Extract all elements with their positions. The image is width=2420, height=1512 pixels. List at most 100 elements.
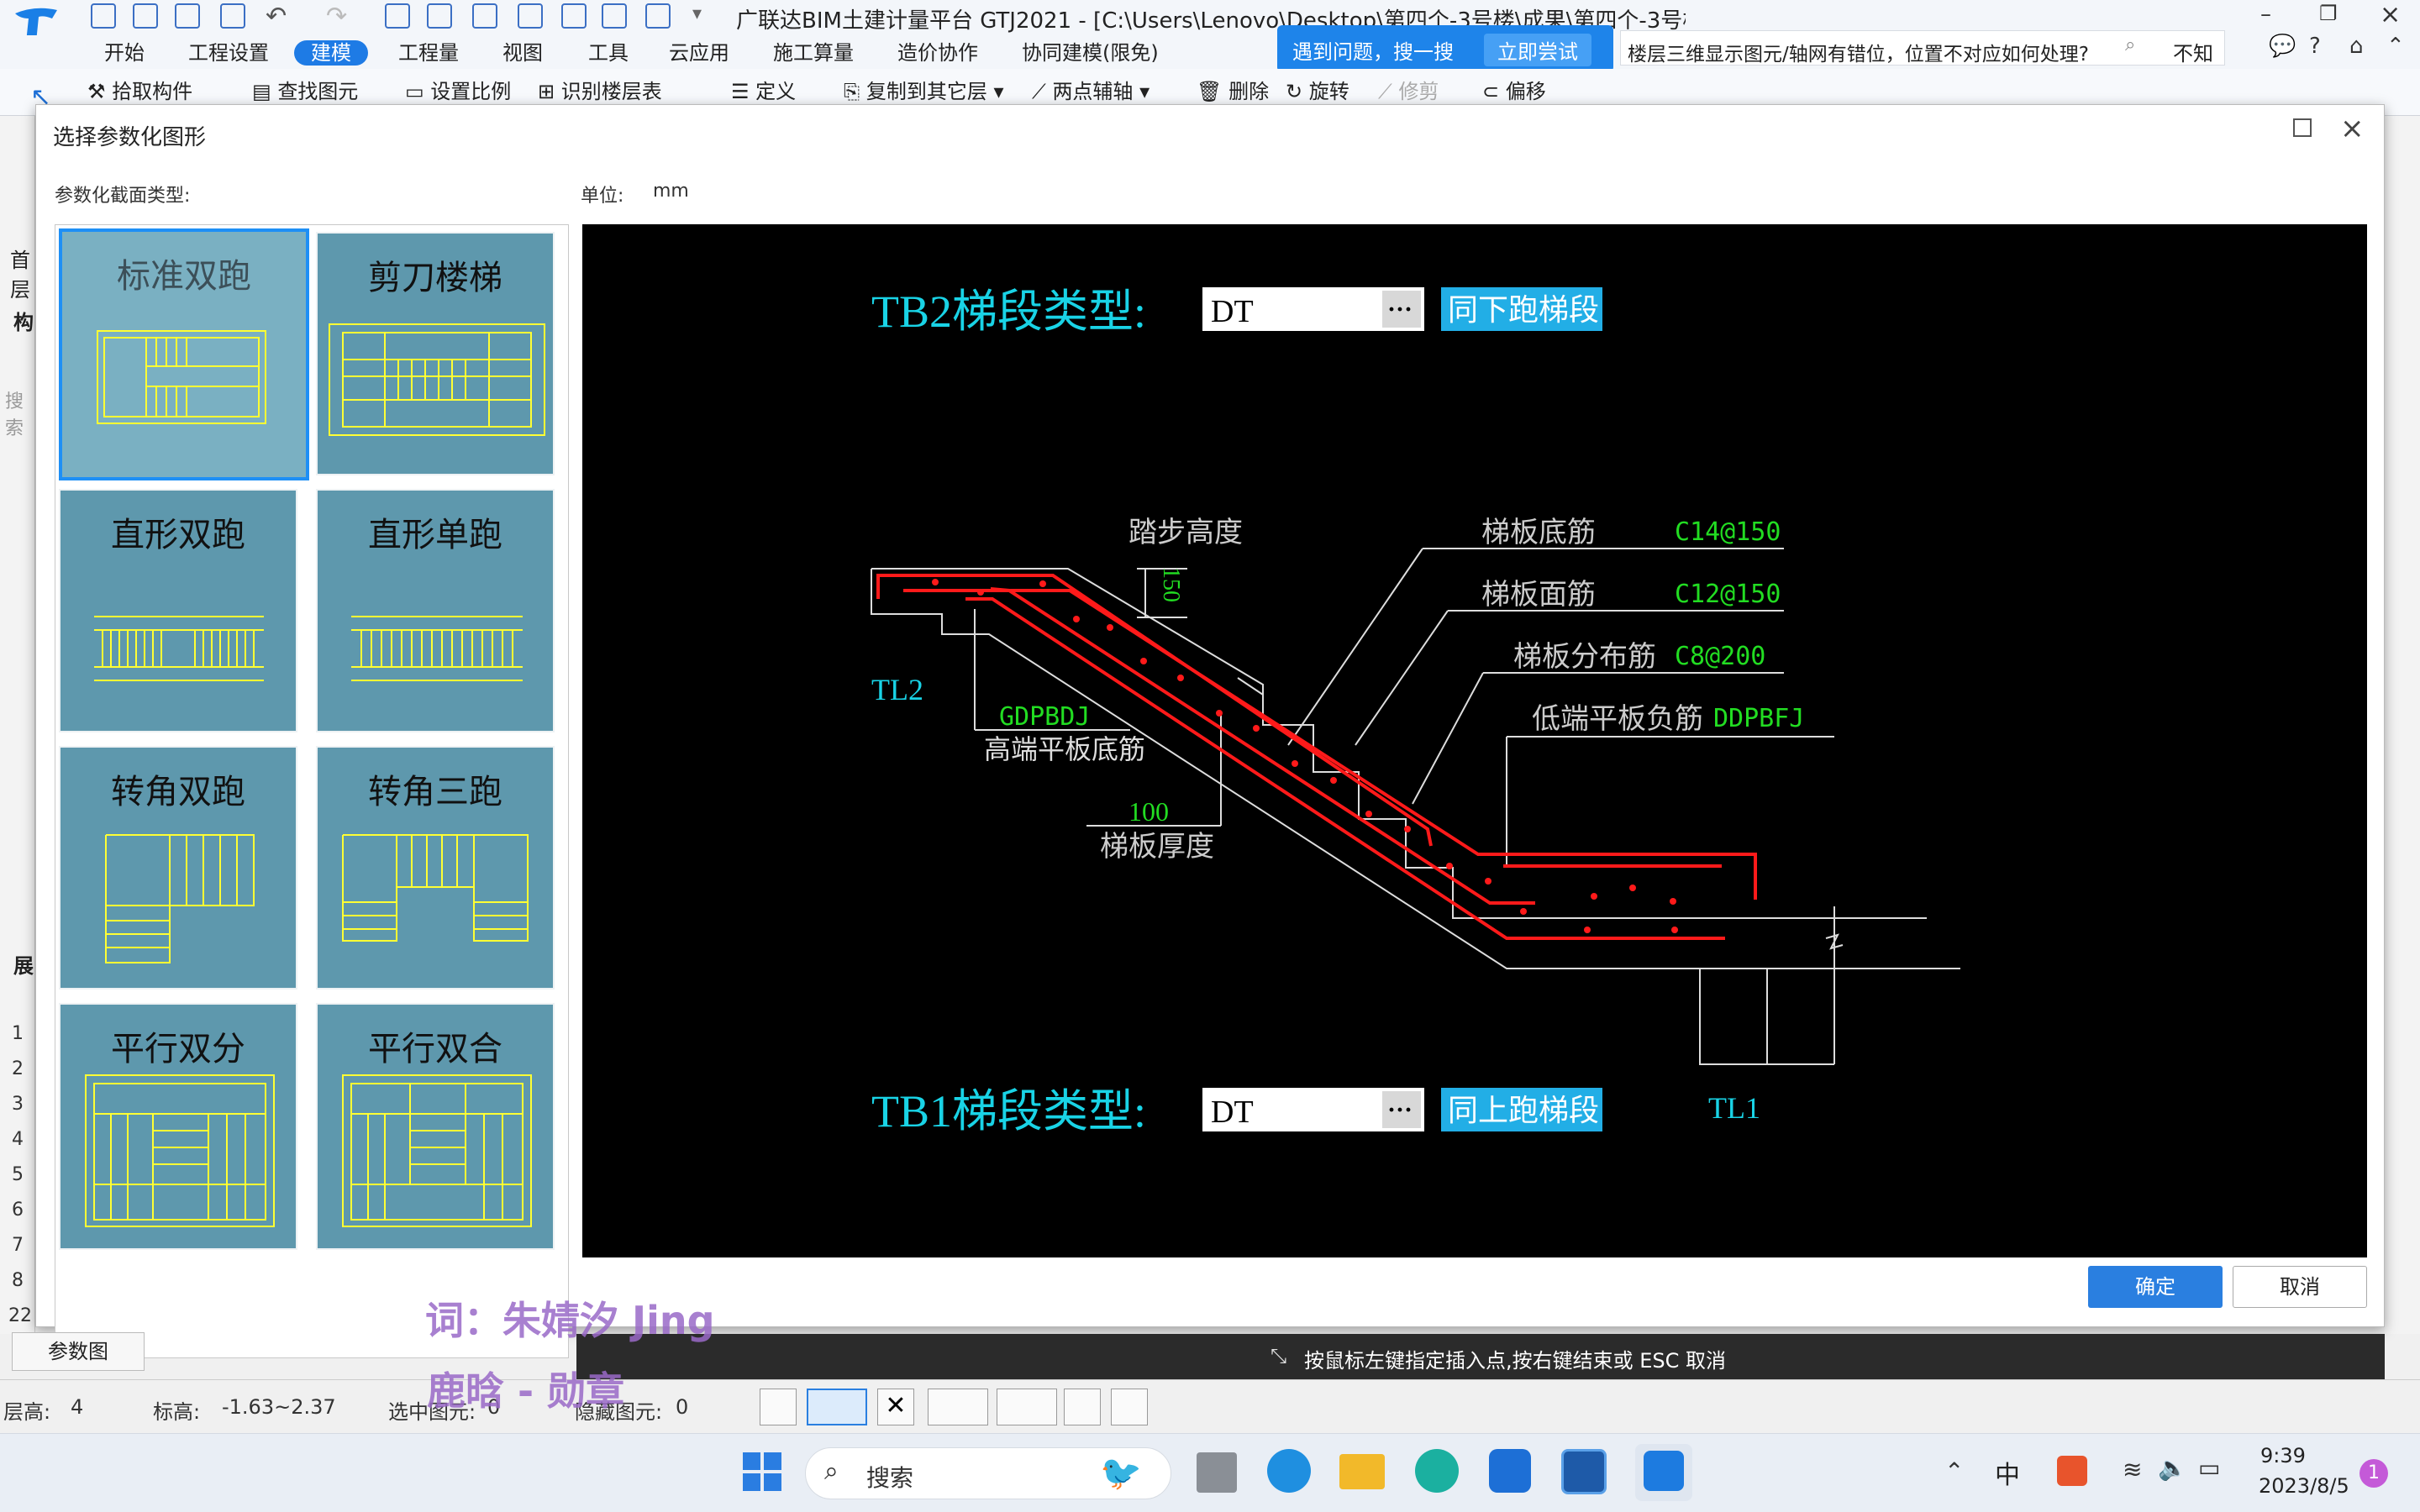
chat-icon[interactable]: 💬	[2269, 34, 2296, 59]
menu-project-settings[interactable]: 工程设置	[188, 40, 269, 66]
notification-badge[interactable]: 1	[2360, 1459, 2388, 1488]
component-tab[interactable]: 构	[13, 306, 34, 335]
ie-browser-icon[interactable]	[1267, 1449, 1311, 1493]
menu-modeling[interactable]: 建模	[294, 40, 368, 66]
edge-icon[interactable]	[1415, 1449, 1459, 1493]
tile-straight-single-run[interactable]: 直形单跑	[316, 489, 555, 732]
menu-cloud[interactable]: 云应用	[669, 40, 729, 66]
minimize-button[interactable]: –	[2260, 2, 2271, 27]
tile-corner-triple-run[interactable]: 转角三跑	[316, 746, 555, 990]
calc-icon[interactable]	[602, 3, 627, 29]
tile-corner-double-run[interactable]: 转角双跑	[59, 746, 297, 990]
menu-construction[interactable]: 施工算量	[773, 40, 854, 66]
ime-indicator[interactable]: 中	[1995, 1454, 2020, 1491]
quick-access-dropdown-icon[interactable]: ▾	[692, 3, 702, 24]
row-number: 3	[12, 1094, 24, 1115]
task-view-icon[interactable]	[1197, 1452, 1237, 1493]
menu-collab-modeling[interactable]: 协同建模(限免)	[1022, 40, 1159, 66]
clock-time[interactable]: 9:39	[2260, 1444, 2306, 1467]
param-diagram-tab[interactable]: 参数图	[12, 1332, 145, 1371]
find-element-button[interactable]: ▤ 查找图元	[252, 77, 358, 106]
row-number: 8	[12, 1270, 24, 1291]
tb1-type-value: DT	[1211, 1095, 1254, 1130]
volume-icon[interactable]: 🔈	[2158, 1454, 2187, 1482]
close-dialog-button[interactable]: ×	[2340, 112, 2365, 145]
display-tab[interactable]: 展	[13, 949, 34, 979]
gtj-active-icon[interactable]	[1635, 1444, 1692, 1501]
tile-standard-double-run[interactable]: 标准双跑	[59, 228, 309, 480]
tile-parallel-double-split[interactable]: 平行双分	[59, 1003, 297, 1250]
menu-cost-collab[interactable]: 造价协作	[897, 40, 978, 66]
curve-icon[interactable]	[1111, 1389, 1148, 1425]
maximize-dialog-button[interactable]	[2293, 118, 2312, 137]
layers-icon[interactable]	[518, 3, 543, 29]
bottom-bar-label: 梯板底筋	[1481, 517, 1596, 549]
dimension-icon[interactable]	[997, 1389, 1057, 1425]
menu-quantities[interactable]: 工程量	[398, 40, 459, 66]
component-search-input[interactable]: 搜索	[5, 386, 34, 440]
tile-straight-double-run[interactable]: 直形双跑	[59, 489, 297, 732]
stair-section-canvas: TB2梯段类型: DT ··· 同下跑梯段 TB1梯段类型: DT ··· 同上…	[582, 224, 2367, 1257]
search-icon[interactable]: ⌕	[2125, 34, 2135, 55]
edit-icon[interactable]	[561, 3, 587, 29]
taskbar-search-box[interactable]: ⌕ 搜索 🐦	[805, 1447, 1171, 1499]
formula-icon[interactable]	[385, 3, 410, 29]
save-icon[interactable]	[220, 3, 245, 29]
cancel-button[interactable]: 取消	[2233, 1266, 2367, 1308]
hidden-count-value: 0	[676, 1395, 689, 1419]
angle-icon[interactable]	[928, 1389, 988, 1425]
tray-chevron-icon[interactable]: ⌃	[1944, 1457, 1964, 1485]
search-banner[interactable]: 遇到问题，搜一搜 立即尝试	[1277, 25, 1613, 72]
floor-tab[interactable]: 首层	[10, 244, 34, 302]
tile-parallel-double-merge[interactable]: 平行双合	[316, 1003, 555, 1250]
menu-start[interactable]: 开始	[104, 40, 145, 66]
skin-icon[interactable]: ⌂	[2349, 34, 2364, 59]
help-search-input[interactable]: 楼层三维显示图元/轴网有错位，位置不对应如何处理? ⌕	[1620, 30, 2225, 66]
upload-icon[interactable]	[91, 3, 116, 29]
offset-button[interactable]: ⊂ 偏移	[1482, 77, 1546, 106]
display-settings-icon[interactable]	[1064, 1389, 1101, 1425]
cad-icon[interactable]	[1561, 1449, 1607, 1494]
file-explorer-icon[interactable]	[1339, 1454, 1385, 1489]
clock-date[interactable]: 2023/8/5	[2259, 1474, 2349, 1498]
copy-to-other-floor-button[interactable]: ⎘ 复制到其它层 ▾	[844, 77, 1004, 106]
ok-button[interactable]: 确定	[2088, 1266, 2223, 1308]
tile-scissor-stair[interactable]: 剪刀楼梯	[316, 232, 555, 475]
battery-icon[interactable]: ▭	[2198, 1454, 2220, 1482]
menu-tools[interactable]: 工具	[588, 40, 629, 66]
cross-snap-icon[interactable]: ✕	[877, 1389, 914, 1425]
wifi-icon[interactable]: ≋	[2123, 1456, 2142, 1483]
snap-box-icon[interactable]	[807, 1389, 867, 1425]
trim-button[interactable]: ⟋ 修剪	[1378, 77, 1439, 106]
identify-floor-table-button[interactable]: ⊞ 识别楼层表	[538, 77, 662, 106]
menu-view[interactable]: 视图	[502, 40, 543, 66]
ortho-icon[interactable]	[760, 1389, 797, 1425]
two-point-axis-button[interactable]: ⟋ 两点辅轴 ▾	[1032, 77, 1150, 106]
open-folder-icon[interactable]	[175, 3, 200, 29]
collapse-ribbon-icon[interactable]: ⌃	[2386, 34, 2405, 59]
help-more-link[interactable]: 不知	[2173, 37, 2213, 66]
start-icon[interactable]	[743, 1452, 781, 1491]
rotate-button[interactable]: ↻ 旋转	[1286, 77, 1349, 106]
image-icon[interactable]	[427, 3, 452, 29]
set-scale-button[interactable]: ▭ 设置比例	[405, 77, 511, 106]
grid-icon[interactable]	[472, 3, 497, 29]
define-button[interactable]: ☰ 定义	[731, 77, 796, 106]
glodon-l-icon[interactable]	[1489, 1449, 1531, 1493]
restore-button[interactable]: ❐	[2319, 2, 2338, 25]
pick-component-button[interactable]: ⚒ 拾取构件	[87, 77, 192, 106]
try-now-button[interactable]: 立即尝试	[1484, 34, 1591, 66]
redo-icon[interactable]: ↷	[326, 2, 347, 31]
delete-button[interactable]: 🗑 删除	[1197, 77, 1269, 106]
dialog-title: 选择参数化图形	[53, 125, 207, 150]
floor-height-value: 4	[71, 1395, 84, 1419]
sogou-icon[interactable]	[2057, 1456, 2087, 1486]
export-icon[interactable]	[645, 3, 671, 29]
close-window-button[interactable]: ×	[2380, 0, 2401, 29]
undo-icon[interactable]: ↶	[266, 2, 287, 31]
new-file-icon[interactable]	[133, 3, 158, 29]
shrink-icon: ⤡	[1270, 1344, 1287, 1368]
help-icon[interactable]: ?	[2309, 34, 2321, 59]
status-bar: 层高: 4 标高: -1.63~2.37 选中图元: 0 隐藏图元: 0 ✕	[0, 1379, 2420, 1433]
tb2-label: TB2梯段类型:	[871, 286, 1146, 337]
